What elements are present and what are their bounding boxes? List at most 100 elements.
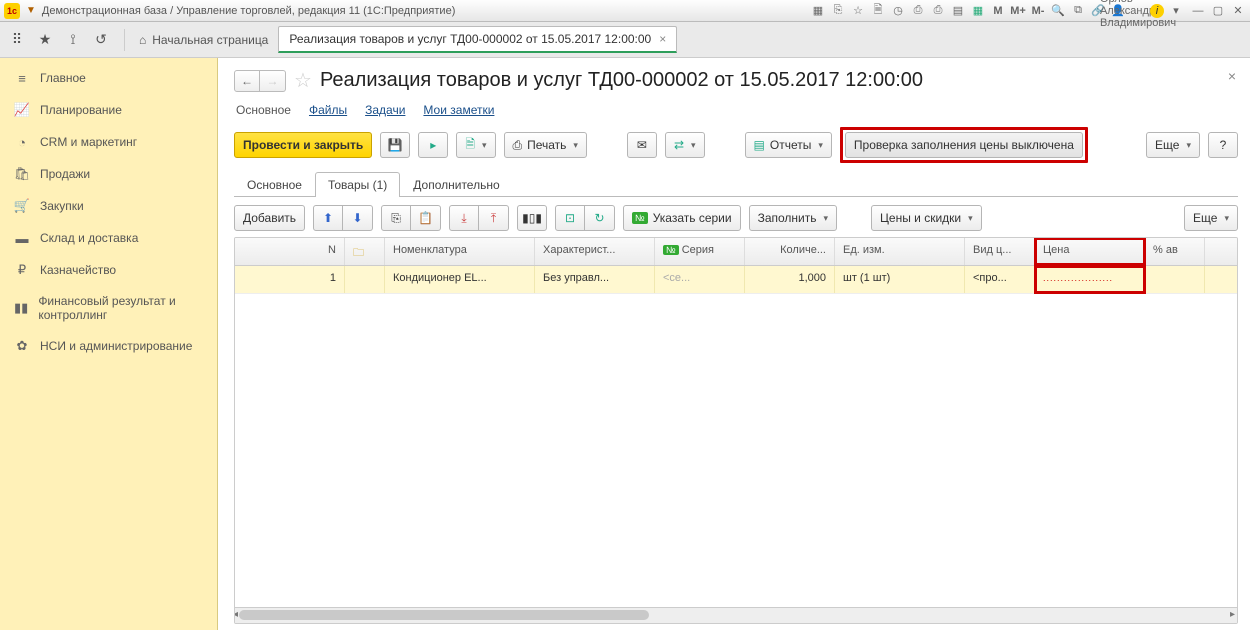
cell-vid[interactable]: <про... [965, 266, 1035, 293]
export-button[interactable]: ⤒ [479, 205, 509, 231]
reports-button[interactable]: ▤Отчеты▾ [745, 132, 832, 158]
mail-button[interactable]: ✉ [627, 132, 657, 158]
paste-row-button[interactable]: 📋 [411, 205, 441, 231]
table-row[interactable]: 1 Кондиционер EL... Без управл... <се...… [235, 266, 1237, 294]
copy-row-button[interactable]: ⎘ [381, 205, 411, 231]
add-button[interactable]: Добавить [234, 205, 305, 231]
move-down-button[interactable]: ⬇ [343, 205, 373, 231]
subnav-main[interactable]: Основное [236, 103, 291, 117]
move-up-button[interactable]: ⬆ [313, 205, 343, 231]
table-more-button[interactable]: Еще▾ [1184, 205, 1238, 231]
search-icon[interactable]: 🔍 [1050, 3, 1066, 19]
doc-icon[interactable]: 🗎 [870, 3, 886, 19]
dropdown-icon[interactable]: ▼ [26, 5, 36, 16]
tab-goods[interactable]: Товары (1) [315, 172, 400, 197]
m-minus-button[interactable]: M- [1030, 3, 1046, 19]
pick-button[interactable]: ⊡ [555, 205, 585, 231]
history-icon[interactable]: ↺ [92, 31, 110, 49]
sidebar-item-purchases[interactable]: 🛒Закупки [0, 190, 217, 222]
tab-close-icon[interactable]: × [659, 32, 666, 46]
import-button[interactable]: ⤓ [449, 205, 479, 231]
copy-icon[interactable]: ⧉ [1070, 3, 1086, 19]
print-icon[interactable]: ⎙ [910, 3, 926, 19]
scroll-left-icon[interactable]: ◂ [234, 609, 238, 620]
print-button[interactable]: ⎙Печать▾ [504, 132, 587, 158]
cell-n[interactable]: 1 [235, 266, 345, 293]
panel-close-icon[interactable]: × [1228, 68, 1236, 84]
sidebar-item-main[interactable]: ≡Главное [0, 62, 217, 94]
edi-button[interactable]: ⇄▾ [665, 132, 705, 158]
cell-ed[interactable]: шт (1 шт) [835, 266, 965, 293]
cell-nom[interactable]: Кондиционер EL... [385, 266, 535, 293]
prices-button[interactable]: Цены и скидки▾ [871, 205, 982, 231]
info-icon[interactable]: i [1150, 4, 1164, 18]
subnav-files[interactable]: Файлы [309, 103, 347, 117]
document-tab[interactable]: Реализация товаров и услуг ТД00-000002 о… [278, 26, 677, 53]
col-rest[interactable]: % ав [1145, 238, 1205, 265]
post-button[interactable]: ▸ [418, 132, 448, 158]
cell-ser[interactable]: <се... [655, 266, 745, 293]
more-button[interactable]: Еще▾ [1146, 132, 1200, 158]
subnav-notes[interactable]: Мои заметки [423, 103, 494, 117]
cell-icon[interactable] [345, 266, 385, 293]
sidebar-item-admin[interactable]: ✿НСИ и администрирование [0, 330, 217, 362]
close-button[interactable]: ✕ [1230, 3, 1246, 19]
scroll-thumb[interactable] [239, 610, 649, 620]
col-icon[interactable]: 🗀 [345, 238, 385, 265]
apps-icon[interactable]: ⠿ [8, 31, 26, 49]
info-dd-icon[interactable]: ▾ [1168, 3, 1184, 19]
cell-rest[interactable] [1145, 266, 1205, 293]
back-button[interactable]: ← [234, 70, 260, 92]
subnav-tasks[interactable]: Задачи [365, 103, 405, 117]
star-icon[interactable]: ☆ [850, 3, 866, 19]
create-based-button[interactable]: 🗎▾ [456, 132, 495, 158]
col-n[interactable]: N [235, 238, 345, 265]
table-body[interactable]: 1 Кондиционер EL... Без управл... <се...… [235, 266, 1237, 607]
user-name[interactable]: Орлов Александр Владимирович [1130, 3, 1146, 19]
sidebar-item-finance[interactable]: ▮▮Финансовый результат и контроллинг [0, 286, 217, 330]
horizontal-scrollbar[interactable]: ◂ ▸ [235, 607, 1237, 623]
col-qty[interactable]: Количе... [745, 238, 835, 265]
save-button[interactable]: 💾 [380, 132, 410, 158]
home-tab[interactable]: ⌂ Начальная страница [139, 33, 268, 47]
print2-icon[interactable]: ⎙ [930, 3, 946, 19]
col-char[interactable]: Характерист... [535, 238, 655, 265]
m-plus-button[interactable]: M+ [1010, 3, 1026, 19]
col-vid[interactable]: Вид ц... [965, 238, 1035, 265]
col-ed[interactable]: Ед. изм. [835, 238, 965, 265]
minimize-button[interactable]: — [1190, 3, 1206, 19]
clock-icon[interactable]: ◷ [890, 3, 906, 19]
help-button[interactable]: ? [1208, 132, 1238, 158]
scroll-right-icon[interactable]: ▸ [1230, 609, 1235, 620]
sidebar-item-planning[interactable]: 📈Планирование [0, 94, 217, 126]
tab-main[interactable]: Основное [234, 172, 315, 197]
forward-button[interactable]: → [260, 70, 286, 92]
grid-icon[interactable]: ▦ [810, 3, 826, 19]
sidebar-item-treasury[interactable]: ₽Казначейство [0, 254, 217, 286]
col-ser[interactable]: № Серия [655, 238, 745, 265]
cell-char[interactable]: Без управл... [535, 266, 655, 293]
nav-icon[interactable]: ⎘ [830, 3, 846, 19]
refresh-button[interactable]: ↻ [585, 205, 615, 231]
series-button[interactable]: №Указать серии [623, 205, 741, 231]
maximize-button[interactable]: ▢ [1210, 3, 1226, 19]
star-tab-icon[interactable]: ★ [36, 31, 54, 49]
col-price[interactable]: Цена [1035, 238, 1145, 265]
tab-extra[interactable]: Дополнительно [400, 172, 512, 197]
pin-icon[interactable]: ⟟ [64, 31, 82, 49]
m-button[interactable]: M [990, 3, 1006, 19]
price-check-button[interactable]: Проверка заполнения цены выключена [845, 132, 1083, 158]
fill-button[interactable]: Заполнить▾ [749, 205, 837, 231]
barcode-button[interactable]: ▮▯▮ [517, 205, 547, 231]
commit-close-button[interactable]: Провести и закрыть [234, 132, 372, 158]
col-nom[interactable]: Номенклатура [385, 238, 535, 265]
sidebar-item-crm[interactable]: ◔CRM и маркетинг [0, 126, 217, 158]
favorite-icon[interactable]: ☆ [294, 68, 312, 93]
sidebar-item-warehouse[interactable]: ▬Склад и доставка [0, 222, 217, 254]
calendar-icon[interactable]: ▦ [970, 3, 986, 19]
chevron-down-icon: ▾ [482, 140, 487, 151]
cell-qty[interactable]: 1,000 [745, 266, 835, 293]
sidebar-item-sales[interactable]: 🛍Продажи [0, 158, 217, 190]
calc-icon[interactable]: ▤ [950, 3, 966, 19]
cell-price[interactable]: .................... [1035, 266, 1145, 293]
